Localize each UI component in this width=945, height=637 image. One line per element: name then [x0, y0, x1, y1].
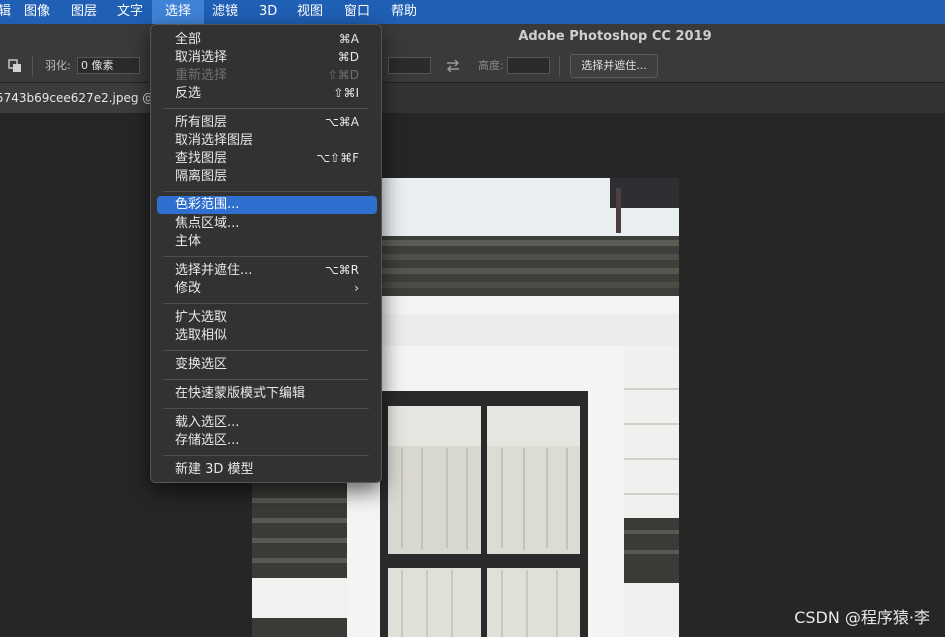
menu-item-all-layers[interactable]: 所有图层 ⌥⌘A [157, 114, 377, 131]
watermark: CSDN @程序猿·李 [794, 608, 930, 627]
select-menu-dropdown: 全部 ⌘A 取消选择 ⌘D 重新选择 ⇧⌘D 反选 ⇧⌘I 所有图层 ⌥⌘A 取… [150, 24, 382, 483]
menu-item-deselect[interactable]: 取消选择 ⌘D [157, 49, 377, 66]
menu-separator [163, 108, 369, 109]
menu-item-quick-mask[interactable]: 在快速蒙版模式下编辑 [157, 385, 377, 402]
menubar-item-select[interactable]: 选择 [152, 0, 205, 24]
menu-item-deselect-layers[interactable]: 取消选择图层 [157, 132, 377, 149]
menu-item-shortcut: ⌘D [337, 50, 359, 64]
select-and-mask-button[interactable]: 选择并遮住... [570, 54, 658, 78]
menu-item-label: 扩大选取 [175, 310, 228, 325]
menu-item-label: 全部 [175, 32, 202, 47]
width-input[interactable] [388, 57, 431, 74]
menubar-item-type[interactable]: 文字 [111, 0, 149, 24]
menu-item-load-selection[interactable]: 载入选区... [157, 414, 377, 431]
menubar-item-window[interactable]: 窗口 [338, 0, 376, 24]
menu-item-inverse[interactable]: 反选 ⇧⌘I [157, 85, 377, 102]
menu-item-label: 焦点区域... [175, 216, 240, 231]
menu-item-shortcut: ⇧⌘D [327, 68, 359, 82]
menubar-item-filter[interactable]: 滤镜 [206, 0, 244, 24]
selection-mode-icon[interactable] [8, 58, 22, 72]
menu-item-label: 存储选区... [175, 433, 240, 448]
divider [559, 56, 560, 76]
menu-item-transform-selection[interactable]: 变换选区 [157, 356, 377, 373]
app-title-bar: Adobe Photoshop CC 2019 [0, 24, 945, 51]
menu-item-label: 色彩范围... [175, 197, 240, 212]
menubar-item-image[interactable]: 图像 [18, 0, 56, 24]
menu-item-label: 变换选区 [175, 357, 228, 372]
menu-item-color-range[interactable]: 色彩范围... [157, 196, 377, 214]
menu-item-label: 所有图层 [175, 115, 228, 130]
menu-item-select-all[interactable]: 全部 ⌘A [157, 31, 377, 48]
menu-separator [163, 256, 369, 257]
menu-separator [163, 303, 369, 304]
feather-input[interactable]: 0 像素 [77, 57, 140, 74]
menu-item-modify[interactable]: 修改 › [157, 280, 377, 297]
menu-item-label: 取消选择 [175, 50, 228, 65]
menu-item-shortcut: ⌥⌘R [324, 263, 359, 277]
menu-item-grow[interactable]: 扩大选取 [157, 309, 377, 326]
menu-item-new-3d-model[interactable]: 新建 3D 模型 [157, 461, 377, 478]
menu-item-find-layers[interactable]: 查找图层 ⌥⇧⌘F [157, 150, 377, 167]
menu-item-select-and-mask[interactable]: 选择并遮住... ⌥⌘R [157, 262, 377, 279]
menubar-item-3d[interactable]: 3D [253, 0, 283, 24]
menu-separator [163, 455, 369, 456]
app-title: Adobe Photoshop CC 2019 [518, 29, 712, 44]
menu-item-label: 隔离图层 [175, 169, 228, 184]
menu-item-shortcut: ⌥⌘A [324, 115, 359, 129]
menu-item-shortcut: ⇧⌘I [333, 86, 359, 100]
menu-item-focus-area[interactable]: 焦点区域... [157, 215, 377, 232]
document-tab-label: 5743b69cee627e2.jpeg @ [0, 91, 155, 105]
menubar-item-layer[interactable]: 图层 [65, 0, 103, 24]
menu-item-subject[interactable]: 主体 [157, 233, 377, 250]
menu-item-label: 取消选择图层 [175, 133, 254, 148]
menu-bar: 辑 图像 图层 文字 选择 滤镜 3D 视图 窗口 帮助 [0, 0, 945, 24]
menu-item-reselect: 重新选择 ⇧⌘D [157, 67, 377, 84]
menu-item-label: 主体 [175, 234, 202, 249]
menu-item-label: 选取相似 [175, 328, 228, 343]
menu-separator [163, 350, 369, 351]
feather-label: 羽化: [45, 59, 71, 72]
menu-item-shortcut: ⌥⇧⌘F [316, 151, 359, 165]
menu-item-label: 重新选择 [175, 68, 228, 83]
menu-item-similar[interactable]: 选取相似 [157, 327, 377, 344]
menu-separator [163, 191, 369, 192]
menu-separator [163, 408, 369, 409]
height-label: 高度: [478, 59, 504, 72]
menu-item-label: 新建 3D 模型 [175, 462, 254, 477]
menubar-item-view[interactable]: 视图 [291, 0, 329, 24]
menu-item-label: 在快速蒙版模式下编辑 [175, 386, 306, 401]
menu-item-label: 载入选区... [175, 415, 240, 430]
menu-item-label: 修改 [175, 281, 202, 296]
document-tab-bar: 5743b69cee627e2.jpeg @ [0, 83, 945, 113]
menu-item-save-selection[interactable]: 存储选区... [157, 432, 377, 449]
submenu-chevron-icon: › [354, 281, 359, 295]
menu-item-label: 查找图层 [175, 151, 228, 166]
menu-item-shortcut: ⌘A [338, 32, 359, 46]
swap-icon[interactable] [445, 58, 461, 74]
menu-item-label: 选择并遮住... [175, 263, 253, 278]
menubar-item-edit[interactable]: 辑 [0, 0, 12, 24]
options-bar: 羽化: 0 像素 高度: 选择并遮住... [0, 50, 945, 83]
menu-item-label: 反选 [175, 86, 202, 101]
height-input[interactable] [507, 57, 550, 74]
menubar-item-help[interactable]: 帮助 [385, 0, 423, 24]
menu-item-isolate-layers[interactable]: 隔离图层 [157, 168, 377, 185]
divider [32, 56, 33, 76]
menu-separator [163, 379, 369, 380]
